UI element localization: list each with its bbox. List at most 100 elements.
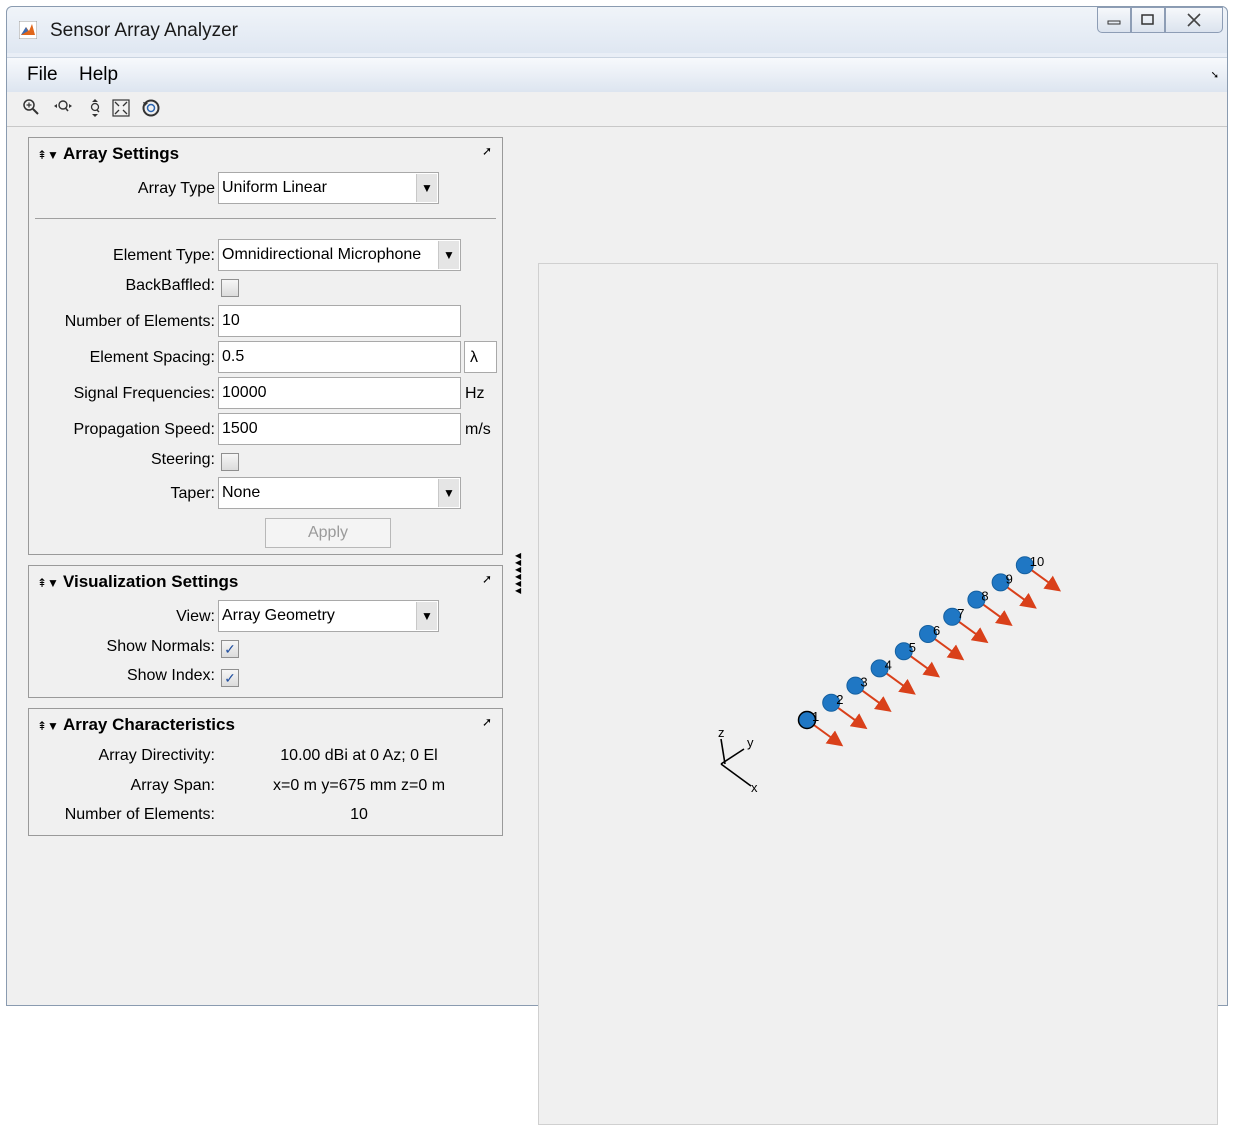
element-index-label: 7 bbox=[957, 606, 964, 621]
element-index-label: 5 bbox=[909, 640, 916, 655]
title-bar[interactable]: Sensor Array Analyzer bbox=[7, 7, 1227, 53]
spacing-unit: λ bbox=[470, 349, 478, 366]
view-value: Array Geometry bbox=[222, 607, 335, 624]
collapse-icon[interactable]: ⇞▼ bbox=[37, 719, 59, 733]
view-label: View: bbox=[176, 608, 215, 625]
array-type-select[interactable]: Uniform Linear ▼ bbox=[218, 172, 439, 204]
close-icon bbox=[1187, 13, 1201, 27]
fit-to-window-icon[interactable] bbox=[111, 98, 131, 118]
restore-icon bbox=[1141, 14, 1154, 25]
main-content: ⇞▼ Array Settings ➚ Array Type Uniform Li… bbox=[7, 127, 1227, 1125]
signal-frequencies-label: Signal Frequencies: bbox=[73, 385, 215, 402]
directivity-value: 10.00 dBi at 0 Az; 0 El bbox=[280, 747, 438, 764]
backbaffled-label: BackBaffled: bbox=[125, 277, 215, 294]
chevron-down-icon: ▼ bbox=[438, 479, 459, 507]
collapse-icon[interactable]: ⇞▼ bbox=[37, 576, 59, 590]
show-index-label: Show Index: bbox=[126, 667, 215, 684]
array-span-value: x=0 m y=675 mm z=0 m bbox=[272, 777, 446, 794]
element-index-label: 4 bbox=[885, 657, 892, 672]
element-spacing-value: 0.5 bbox=[222, 348, 245, 365]
visualization-settings-header[interactable]: ⇞▼ Visualization Settings bbox=[37, 572, 238, 592]
window-title: Sensor Array Analyzer bbox=[50, 20, 238, 41]
rotate-icon[interactable] bbox=[141, 98, 161, 118]
propagation-speed-input[interactable]: 1500 bbox=[218, 413, 461, 445]
char-num-elements-label: Number of Elements: bbox=[64, 806, 215, 823]
array-type-value: Uniform Linear bbox=[222, 179, 327, 196]
frequency-unit: Hz bbox=[465, 385, 485, 402]
show-index-checkbox[interactable]: ✓ bbox=[221, 669, 239, 687]
element-index-label: 10 bbox=[1030, 554, 1044, 569]
menu-bar: File Help ➘ bbox=[7, 57, 1227, 92]
element-type-select[interactable]: Omnidirectional Microphone ▼ bbox=[218, 239, 461, 271]
array-settings-header[interactable]: ⇞▼ Array Settings bbox=[37, 144, 179, 164]
array-characteristics-panel: ⇞▼ Array Characteristics ➚ Array Directiv… bbox=[28, 708, 503, 836]
num-elements-label: Number of Elements: bbox=[64, 313, 215, 330]
element-type-label: Element Type: bbox=[113, 247, 215, 264]
divider bbox=[35, 218, 496, 219]
view-select[interactable]: Array Geometry ▼ bbox=[218, 600, 439, 632]
visualization-settings-panel: ⇞▼ Visualization Settings ➚ View: Array G… bbox=[28, 565, 503, 698]
steering-checkbox[interactable] bbox=[221, 453, 239, 471]
x-axis-label: x bbox=[751, 780, 758, 795]
array-characteristics-title: Array Characteristics bbox=[62, 715, 235, 734]
chevron-down-icon: ▼ bbox=[416, 174, 437, 202]
element-spacing-input[interactable]: 0.5 bbox=[218, 341, 461, 373]
steering-label: Steering: bbox=[150, 451, 215, 468]
num-elements-value: 10 bbox=[222, 312, 240, 329]
minimize-icon bbox=[1107, 20, 1121, 25]
element-index-label: 2 bbox=[836, 692, 843, 707]
taper-value: None bbox=[222, 484, 261, 501]
array-elements: 1 2 3 4 5 6 7 8 9 10 bbox=[797, 554, 1062, 747]
taper-label: Taper: bbox=[170, 485, 215, 502]
menu-file[interactable]: File bbox=[27, 64, 58, 86]
collapse-icon[interactable]: ⇞▼ bbox=[37, 148, 59, 162]
undock-icon[interactable]: ➚ bbox=[482, 572, 492, 586]
directivity-label: Array Directivity: bbox=[98, 747, 215, 764]
backbaffled-checkbox[interactable] bbox=[221, 279, 239, 297]
undock-icon[interactable]: ➚ bbox=[482, 715, 492, 729]
propagation-speed-label: Propagation Speed: bbox=[73, 421, 215, 438]
taper-select[interactable]: None ▼ bbox=[218, 477, 461, 509]
array-geometry-canvas: z y x 1 2 3 4 5 6 7 8 9 10 bbox=[718, 554, 1062, 795]
zoom-in-icon[interactable] bbox=[21, 98, 41, 118]
chevron-down-icon: ▼ bbox=[416, 602, 437, 630]
signal-frequencies-input[interactable]: 10000 bbox=[218, 377, 461, 409]
array-geometry-plot[interactable]: z y x 1 2 3 4 5 6 7 8 9 10 bbox=[538, 263, 1218, 1125]
array-span-label: Array Span: bbox=[130, 777, 215, 794]
show-normals-checkbox[interactable]: ✓ bbox=[221, 640, 239, 658]
y-axis-label: y bbox=[747, 735, 754, 750]
visualization-settings-title: Visualization Settings bbox=[62, 572, 239, 591]
zoom-out-icon[interactable] bbox=[53, 98, 73, 118]
maximize-button[interactable] bbox=[1131, 7, 1165, 33]
toolbar bbox=[7, 92, 1227, 127]
element-index-label: 1 bbox=[812, 709, 819, 724]
element-index-label: 3 bbox=[860, 675, 867, 690]
array-characteristics-header[interactable]: ⇞▼ Array Characteristics bbox=[37, 715, 235, 735]
element-spacing-label: Element Spacing: bbox=[89, 349, 215, 366]
menubar-dock-icon[interactable]: ➘ bbox=[1211, 70, 1219, 81]
menu-help[interactable]: Help bbox=[79, 64, 118, 86]
undock-icon[interactable]: ➚ bbox=[482, 144, 492, 158]
propagation-speed-value: 1500 bbox=[222, 420, 258, 437]
element-index-label: 9 bbox=[1006, 571, 1013, 586]
array-settings-panel: ⇞▼ Array Settings ➚ Array Type Uniform Li… bbox=[28, 137, 503, 555]
panel-splitter-handle[interactable]: ◀ ◀ ◀ ◀ ◀ ◀ bbox=[515, 552, 521, 595]
pan-icon[interactable] bbox=[85, 98, 105, 118]
z-axis-label: z bbox=[718, 725, 725, 740]
spacing-unit-select[interactable]: λ bbox=[464, 341, 497, 373]
close-button[interactable] bbox=[1165, 7, 1223, 33]
element-index-label: 6 bbox=[933, 623, 940, 638]
show-normals-label: Show Normals: bbox=[106, 638, 215, 655]
signal-frequencies-value: 10000 bbox=[222, 384, 267, 401]
num-elements-input[interactable]: 10 bbox=[218, 305, 461, 337]
speed-unit: m/s bbox=[465, 421, 491, 438]
apply-button[interactable]: Apply bbox=[265, 518, 391, 548]
chevron-down-icon: ▼ bbox=[438, 241, 459, 269]
char-num-elements-value: 10 bbox=[350, 806, 368, 823]
minimize-button[interactable] bbox=[1097, 7, 1131, 33]
array-type-label: Array Type bbox=[137, 180, 215, 197]
array-settings-title: Array Settings bbox=[62, 144, 180, 163]
app-window: Sensor Array Analyzer File Help ➘ ⇞▼ Arr… bbox=[6, 6, 1228, 1125]
matlab-icon bbox=[19, 21, 37, 39]
axis-triad: z y x bbox=[718, 725, 758, 795]
